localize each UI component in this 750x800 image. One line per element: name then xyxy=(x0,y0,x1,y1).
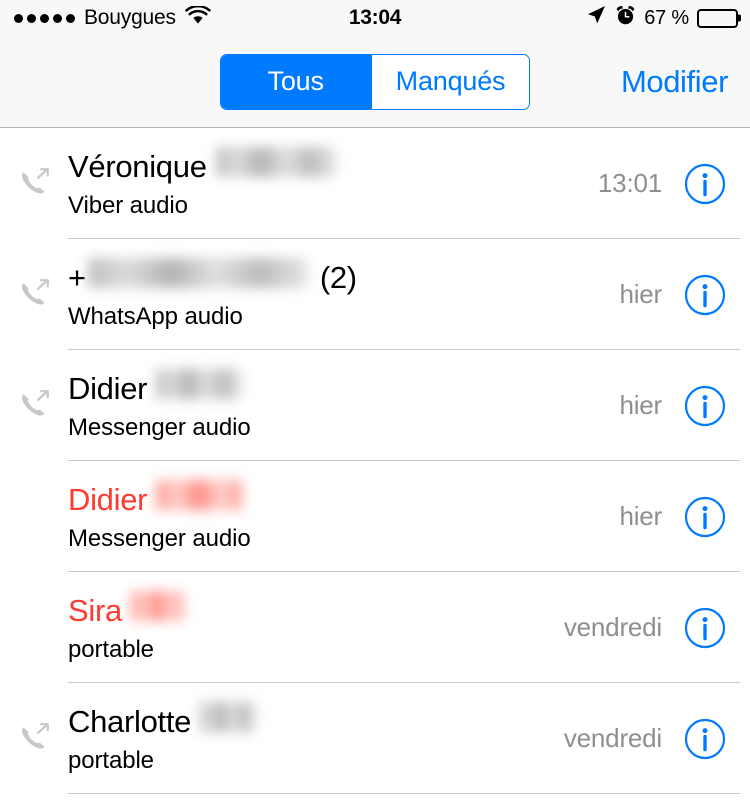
call-row-meta: vendredi xyxy=(564,607,750,649)
location-arrow-icon xyxy=(585,4,607,32)
call-row-subtitle: Viber audio xyxy=(68,192,188,220)
edit-button[interactable]: Modifier xyxy=(621,64,728,100)
segment-manques[interactable]: Manqués xyxy=(370,54,530,109)
call-row-meta: hier xyxy=(619,385,750,427)
contact-name: Charlotte xyxy=(68,703,192,739)
contact-name: Didier xyxy=(68,370,148,406)
call-filter-segmented-control[interactable]: Tous Manqués xyxy=(219,53,531,110)
call-row[interactable]: Véronique Viber audio 13:01 xyxy=(0,128,750,239)
call-row-text: Didier Messenger audio xyxy=(68,479,619,553)
call-row[interactable]: Charlotte portable vendredi xyxy=(0,683,750,794)
call-row-title: Véronique xyxy=(68,146,588,184)
call-direction-icon-placeholder xyxy=(0,515,68,519)
info-circle-icon[interactable] xyxy=(684,496,726,538)
redacted-contact-detail xyxy=(215,146,336,177)
call-row-text: Sira portable xyxy=(68,590,564,664)
battery-percent-label: 67 % xyxy=(644,6,689,29)
status-bar: Bouygues 13:04 67 % xyxy=(0,0,750,36)
contact-name: + xyxy=(68,259,86,295)
call-row-subtitle: portable xyxy=(68,636,154,664)
call-row-text: Didier Messenger audio xyxy=(68,368,619,442)
info-circle-icon[interactable] xyxy=(684,274,726,316)
call-timestamp: vendredi xyxy=(563,612,662,642)
signal-strength-dots xyxy=(14,13,75,23)
call-count: (2) xyxy=(319,259,357,295)
call-row-meta: hier xyxy=(619,274,750,316)
call-timestamp: hier xyxy=(619,390,662,420)
call-row-subtitle: WhatsApp audio xyxy=(68,303,243,331)
call-row[interactable]: Didier Messenger audio hier xyxy=(0,461,750,572)
alarm-clock-icon xyxy=(615,5,636,32)
redacted-contact-detail xyxy=(156,479,243,510)
wifi-icon xyxy=(185,4,211,31)
redacted-contact-detail xyxy=(156,368,243,399)
call-row-meta: vendredi xyxy=(564,718,750,760)
status-bar-right: 67 % xyxy=(585,4,738,32)
segment-tous[interactable]: Tous xyxy=(220,54,371,109)
contact-name: Didier xyxy=(68,481,148,517)
info-circle-icon[interactable] xyxy=(684,718,726,760)
call-row-title: Didier xyxy=(68,368,609,406)
info-circle-icon[interactable] xyxy=(684,607,726,649)
call-row[interactable]: Sira portable vendredi xyxy=(0,572,750,683)
call-row-title: Sira xyxy=(68,590,554,628)
contact-name: Sira xyxy=(68,592,122,628)
carrier-label: Bouygues xyxy=(84,6,176,29)
call-row-title: Charlotte xyxy=(68,701,554,739)
call-row-subtitle: Messenger audio xyxy=(68,414,251,442)
status-bar-left: Bouygues xyxy=(14,4,211,31)
call-row[interactable]: + (2) WhatsApp audio hier xyxy=(0,239,750,350)
navigation-bar: Tous Manqués Modifier xyxy=(0,36,750,128)
call-row-title: + (2) xyxy=(68,257,609,295)
contact-name: Véronique xyxy=(68,148,207,184)
call-row-title: Didier xyxy=(68,479,609,517)
call-row-meta: 13:01 xyxy=(598,163,750,205)
redacted-contact-detail xyxy=(130,590,183,621)
outgoing-call-icon xyxy=(0,720,68,758)
outgoing-call-icon xyxy=(0,387,68,425)
call-row-text: Charlotte portable xyxy=(68,701,564,775)
call-row-text: Véronique Viber audio xyxy=(68,146,598,220)
call-timestamp: hier xyxy=(619,279,662,309)
info-circle-icon[interactable] xyxy=(684,385,726,427)
info-circle-icon[interactable] xyxy=(684,163,726,205)
call-timestamp: 13:01 xyxy=(597,168,662,198)
call-row-text: + (2) WhatsApp audio xyxy=(68,257,619,331)
redacted-contact-detail xyxy=(87,257,308,288)
row-separator xyxy=(68,793,740,794)
call-timestamp: vendredi xyxy=(563,723,662,753)
battery-icon xyxy=(697,8,738,28)
call-row-subtitle: Messenger audio xyxy=(68,525,251,553)
call-row[interactable]: Didier Messenger audio hier xyxy=(0,350,750,461)
outgoing-call-icon xyxy=(0,165,68,203)
call-timestamp: hier xyxy=(619,501,662,531)
call-row-meta: hier xyxy=(619,496,750,538)
outgoing-call-icon xyxy=(0,276,68,314)
call-direction-icon-placeholder xyxy=(0,626,68,630)
call-history-list: Véronique Viber audio 13:01 + (2) WhatsApp au… xyxy=(0,128,750,794)
redacted-contact-detail xyxy=(200,701,257,732)
call-row-subtitle: portable xyxy=(68,747,154,775)
